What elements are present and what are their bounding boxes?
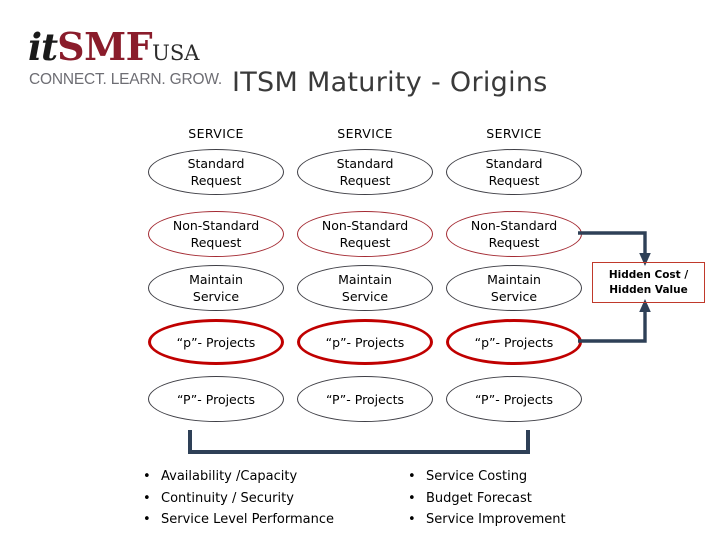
callout-line1: Hidden Cost /: [608, 268, 689, 281]
bullet-label: Availability /Capacity: [161, 469, 298, 484]
node-label-line2: Service: [341, 289, 389, 304]
list-item: • Availability /Capacity: [143, 466, 334, 488]
node-standard-request-col3[interactable]: Standard Request: [446, 149, 582, 195]
bullet-dot-icon: •: [143, 469, 151, 484]
list-item: • Service Costing: [408, 466, 566, 488]
node-small-p-projects-col2[interactable]: “p”- Projects: [297, 319, 433, 365]
node-label-line2: Request: [488, 235, 540, 250]
bullet-dot-icon: •: [408, 469, 416, 484]
node-label-line1: Maintain: [487, 272, 541, 287]
node-label-line2: Service: [490, 289, 538, 304]
node-label-line1: Standard: [187, 156, 245, 171]
node-label-line1: “p”- Projects: [474, 334, 554, 350]
bullet-list-left: • Availability /Capacity • Continuity / …: [143, 466, 334, 531]
list-item: • Service Level Performance: [143, 509, 334, 531]
node-label-line2: Request: [190, 235, 242, 250]
node-label-line2: Request: [339, 235, 391, 250]
node-maintain-service-col3[interactable]: Maintain Service: [446, 265, 582, 311]
column-header-2: SERVICE: [337, 126, 393, 141]
callout-line2: Hidden Value: [609, 283, 688, 296]
bracket-connector: [188, 430, 530, 454]
node-standard-request-col2[interactable]: Standard Request: [297, 149, 433, 195]
node-label-line1: “p”- Projects: [325, 334, 405, 350]
bullet-dot-icon: •: [408, 490, 416, 506]
column-header-1: SERVICE: [188, 126, 244, 141]
bullet-label: Service Costing: [426, 469, 528, 484]
list-item: • Continuity / Security: [143, 488, 334, 510]
bullet-dot-icon: •: [143, 512, 151, 527]
page-title: ITSM Maturity - Origins: [232, 67, 548, 98]
slide-canvas: itSMFUSA CONNECT. LEARN. GROW. ITSM Matu…: [0, 0, 720, 540]
node-label-line1: “p”- Projects: [176, 334, 256, 350]
node-standard-request-col1[interactable]: Standard Request: [148, 149, 284, 195]
node-label-line1: Standard: [336, 156, 394, 171]
node-non-standard-request-col3[interactable]: Non-Standard Request: [446, 211, 582, 257]
column-header-3: SERVICE: [486, 126, 542, 141]
bullet-dot-icon: •: [143, 490, 151, 506]
logo-tagline: CONNECT. LEARN. GROW.: [29, 71, 223, 88]
itsmf-usa-logo: itSMFUSA CONNECT. LEARN. GROW.: [28, 28, 228, 90]
node-label-line1: Standard: [485, 156, 543, 171]
logo-text-usa: USA: [152, 41, 200, 65]
node-label-line1: Maintain: [338, 272, 392, 287]
node-label-line1: Non-Standard: [321, 218, 409, 233]
logo-text-it: it: [28, 25, 58, 69]
node-capital-p-projects-col2[interactable]: “P”- Projects: [297, 376, 433, 422]
node-label-line2: Request: [339, 173, 391, 188]
node-label-line1: Maintain: [189, 272, 243, 287]
bullet-dot-icon: •: [408, 512, 416, 527]
bullet-label: Continuity / Security: [161, 490, 294, 506]
node-maintain-service-col2[interactable]: Maintain Service: [297, 265, 433, 311]
node-non-standard-request-col1[interactable]: Non-Standard Request: [148, 211, 284, 257]
bullet-label: Service Improvement: [426, 512, 566, 527]
logo-wordmark: itSMFUSA: [28, 28, 199, 66]
arrow-p-projects-to-hidden-cost: [578, 310, 647, 343]
node-label-line1: “P”- Projects: [474, 391, 554, 407]
bullet-list-right: • Service Costing • Budget Forecast • Se…: [408, 466, 566, 531]
node-label-line2: Service: [192, 289, 240, 304]
node-label-line1: Non-Standard: [172, 218, 260, 233]
hidden-cost-value-callout[interactable]: Hidden Cost / Hidden Value: [592, 262, 705, 303]
node-capital-p-projects-col3[interactable]: “P”- Projects: [446, 376, 582, 422]
list-item: • Service Improvement: [408, 509, 566, 531]
logo-text-smf: SMF: [57, 24, 153, 69]
node-capital-p-projects-col1[interactable]: “P”- Projects: [148, 376, 284, 422]
node-label-line1: “P”- Projects: [176, 391, 256, 407]
arrow-non-standard-to-hidden-cost: [578, 231, 647, 256]
list-item: • Budget Forecast: [408, 488, 566, 510]
node-non-standard-request-col2[interactable]: Non-Standard Request: [297, 211, 433, 257]
node-small-p-projects-col3[interactable]: “p”- Projects: [446, 319, 582, 365]
node-label-line2: Request: [190, 173, 242, 188]
node-label-line1: Non-Standard: [470, 218, 558, 233]
bullet-label: Budget Forecast: [426, 490, 532, 506]
node-label-line2: Request: [488, 173, 540, 188]
node-label-line1: “P”- Projects: [325, 391, 405, 407]
bullet-label: Service Level Performance: [161, 512, 335, 527]
node-small-p-projects-col1[interactable]: “p”- Projects: [148, 319, 284, 365]
node-maintain-service-col1[interactable]: Maintain Service: [148, 265, 284, 311]
